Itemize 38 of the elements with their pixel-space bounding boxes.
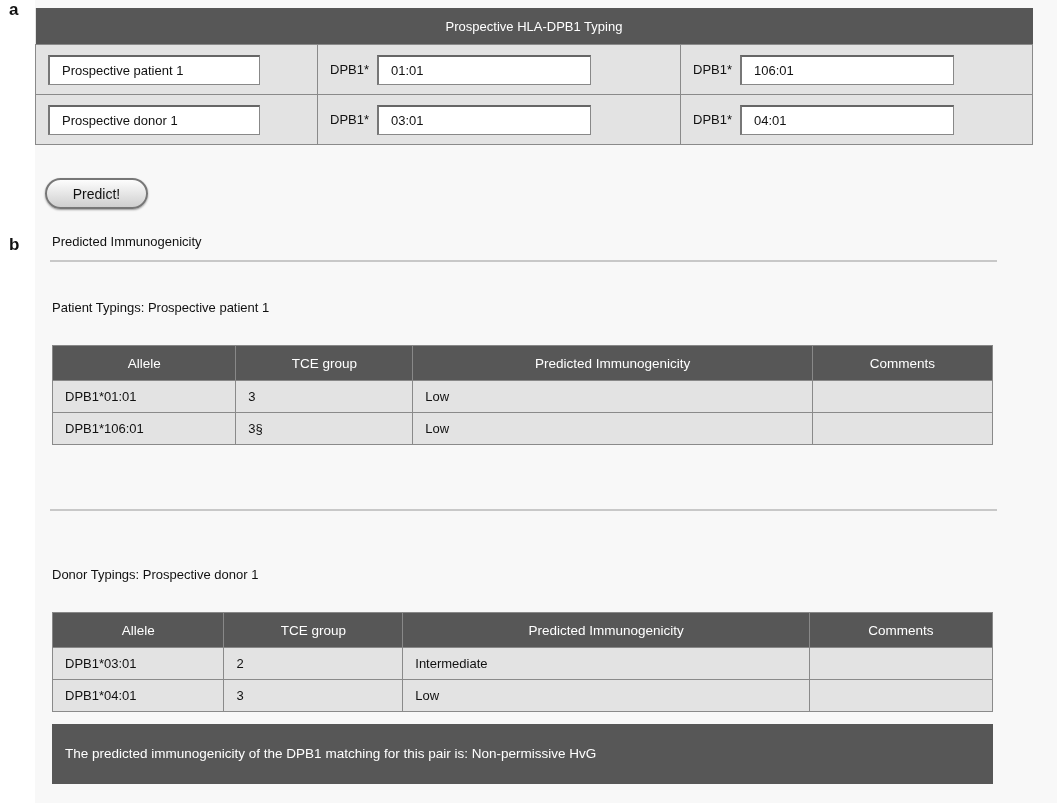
column-header: Comments (809, 612, 993, 648)
column-header: TCE group (223, 612, 403, 648)
allele-field[interactable]: 04:01 (740, 104, 955, 135)
name-field[interactable]: Prospective patient 1 (48, 54, 260, 85)
column-header: TCE group (235, 345, 413, 381)
column-header: Predicted Immunogenicity (402, 612, 810, 648)
allele-field[interactable]: 03:01 (377, 104, 592, 135)
column-header: Comments (812, 345, 993, 381)
column-header: Allele (52, 612, 224, 648)
section-title: Donor Typings: Prospective donor 1 (52, 567, 260, 582)
panel-label: b (9, 236, 20, 254)
field-label: DPB1* (330, 62, 370, 77)
table-cell: DPB1*03:01 (52, 647, 224, 680)
section-title: Patient Typings: Prospective patient 1 (52, 300, 271, 315)
panel-label: a (9, 1, 19, 19)
predict-button[interactable]: Predict! (45, 178, 148, 209)
table-cell: 3 (223, 679, 403, 712)
result-message: The predicted immunogenicity of the DPB1 matching for this pair is: Non-permissive HvG (52, 724, 993, 784)
table-cell: DPB1*04:01 (52, 679, 224, 712)
table-cell: 3 (235, 380, 413, 413)
name-field[interactable]: Prospective donor 1 (48, 104, 260, 135)
field-label: DPB1* (693, 112, 733, 127)
table-cell: Intermediate (402, 647, 810, 680)
column-header: Predicted Immunogenicity (412, 345, 813, 381)
table-cell: 3§ (235, 412, 413, 445)
table-cell: Low (412, 380, 813, 413)
table-cell: DPB1*106:01 (52, 412, 236, 445)
table-cell: 2 (223, 647, 403, 680)
table-cell: Low (402, 679, 810, 712)
table-cell: Low (412, 412, 813, 445)
field-label: DPB1* (693, 62, 733, 77)
section-heading: Predicted Immunogenicity (52, 234, 203, 250)
allele-field[interactable]: 106:01 (740, 54, 955, 85)
field-label: DPB1* (330, 112, 370, 127)
allele-field[interactable]: 01:01 (377, 54, 592, 85)
table-cell: DPB1*01:01 (52, 380, 236, 413)
table-title: Prospective HLA-DPB1 Typing (35, 8, 1033, 45)
column-header: Allele (52, 345, 236, 381)
